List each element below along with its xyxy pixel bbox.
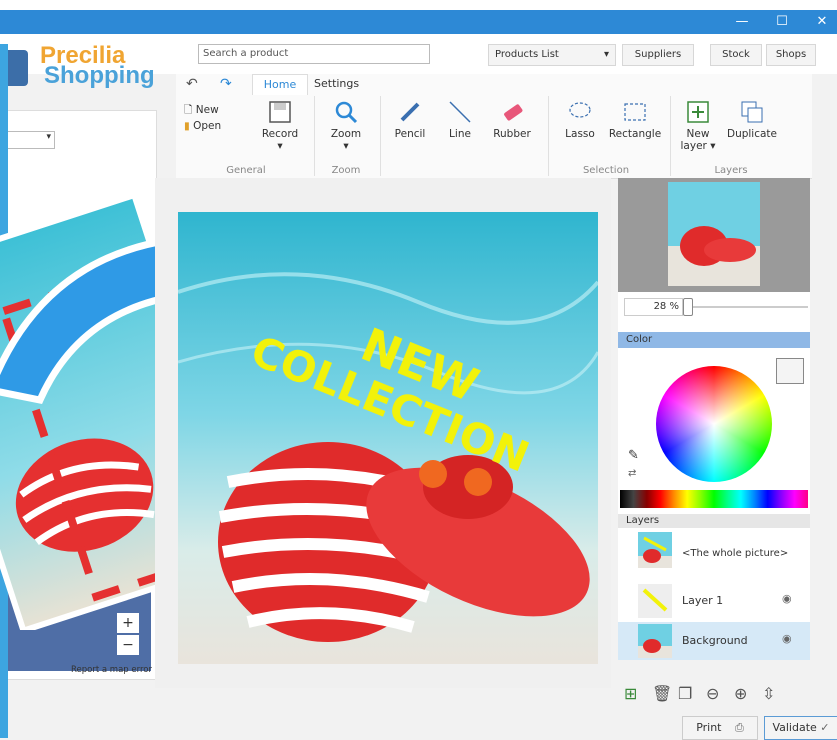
move-up-icon[interactable]: ⊕ <box>734 684 747 703</box>
add-layer-icon[interactable]: ⊞ <box>624 684 637 703</box>
map-credit-link[interactable]: Report a map error <box>71 665 152 675</box>
color-palette[interactable] <box>620 490 808 508</box>
printer-icon: ⎙ <box>735 721 744 734</box>
open-button[interactable]: ▮ Open <box>184 120 221 132</box>
stock-button[interactable]: Stock <box>710 44 762 66</box>
separator <box>548 96 549 176</box>
whole-picture-label[interactable]: <The whole picture> <box>682 548 788 559</box>
record-label: Record <box>261 128 299 140</box>
minimize-button[interactable]: — <box>722 10 762 34</box>
zoom-label: Zoom <box>330 128 362 140</box>
eyedropper-icon[interactable]: ✎ <box>628 448 639 463</box>
line-icon <box>449 101 471 123</box>
magnifier-icon <box>335 101 358 124</box>
folder-icon: ▮ <box>184 120 190 132</box>
print-button[interactable]: Print ⎙ <box>682 716 758 740</box>
trash-icon[interactable]: 🗑 <box>652 684 672 703</box>
layer-toolbar: ⊞ 🗑 ❐ ⊖ ⊕ ⇳ <box>622 684 810 708</box>
title-bar-strip <box>0 10 837 34</box>
layer-name: Layer 1 <box>682 594 724 607</box>
merge-layers-icon[interactable]: ⇳ <box>762 684 775 703</box>
add-layer-icon <box>687 101 709 123</box>
rectangle-tool[interactable]: Rectangle <box>608 100 662 140</box>
new-label: New <box>195 104 219 116</box>
color-wheel-overlay <box>656 366 772 482</box>
rectangle-label: Rectangle <box>608 128 662 140</box>
eye-icon[interactable]: ◉ <box>782 592 792 605</box>
undo-icon[interactable]: ↶ <box>186 74 198 94</box>
current-color-swatch[interactable] <box>776 358 804 384</box>
products-list-label: Products List <box>495 49 559 60</box>
new-layer-label-2: layer <box>680 140 707 152</box>
move-down-icon[interactable]: ⊖ <box>706 684 719 703</box>
separator <box>670 96 671 176</box>
redo-icon[interactable]: ↷ <box>220 74 232 94</box>
chevron-down-icon: ▾ <box>603 49 609 60</box>
new-layer-button[interactable]: New layer ▾ <box>678 100 718 152</box>
whole-picture-thumbnail <box>638 532 672 568</box>
zoom-slider-thumb[interactable] <box>682 298 693 316</box>
pencil-label: Pencil <box>394 128 426 140</box>
layers-group-label: Layers <box>714 165 748 176</box>
brand-line-2: Shopping <box>44 62 155 89</box>
layer-row[interactable]: Background ◉ <box>618 622 810 660</box>
new-file-icon: 🗋 <box>184 104 193 116</box>
layer-name: Background <box>682 634 748 647</box>
save-icon <box>269 101 291 123</box>
eye-icon[interactable]: ◉ <box>782 632 792 645</box>
line-tool[interactable]: Line <box>440 100 480 140</box>
zoom-group-label: Zoom <box>331 165 361 176</box>
duplicate-layer-icon[interactable]: ❐ <box>678 684 692 703</box>
lasso-tool[interactable]: Lasso <box>558 100 602 140</box>
layers-panel-title: Layers <box>618 514 810 528</box>
selection-group-label: Selection <box>582 165 630 176</box>
tab-settings[interactable]: Settings <box>314 74 359 94</box>
tab-home[interactable]: Home <box>252 74 308 95</box>
maximize-button[interactable]: ☐ <box>762 10 802 34</box>
layer-row[interactable]: Layer 1 ◉ <box>618 582 810 620</box>
print-label: Print <box>696 721 722 734</box>
open-label: Open <box>193 120 222 132</box>
pencil-tool[interactable]: Pencil <box>388 100 432 140</box>
layer-1-thumbnail <box>638 584 672 618</box>
record-button[interactable]: Record ▾ <box>260 100 300 152</box>
zoom-button[interactable]: Zoom ▾ <box>324 100 368 152</box>
swap-colors-icon[interactable]: ⇄ <box>628 468 636 479</box>
search-input[interactable]: Search a product <box>198 44 430 64</box>
rectangle-select-icon <box>624 103 646 121</box>
new-layer-label-1: New <box>686 128 710 140</box>
zoom-level-field[interactable]: 28 % <box>624 298 683 316</box>
preview-thumbnail[interactable] <box>668 182 760 286</box>
products-list-dropdown[interactable]: Products List ▾ <box>488 44 616 66</box>
rubber-label: Rubber <box>493 128 531 140</box>
duplicate-label: Duplicate <box>726 128 778 140</box>
duplicate-button[interactable]: Duplicate <box>724 100 780 140</box>
color-panel-title: Color <box>618 332 810 348</box>
separator <box>380 96 381 176</box>
line-label: Line <box>449 128 471 140</box>
rubber-tool[interactable]: Rubber <box>490 100 534 140</box>
close-button[interactable]: ✕ <box>802 10 837 34</box>
zoom-slider-track[interactable] <box>684 306 808 308</box>
eraser-icon <box>504 104 523 121</box>
validate-button[interactable]: Validate ✓ <box>764 716 837 740</box>
left-dropdown[interactable]: ▾ <box>1 131 55 149</box>
lasso-icon <box>569 102 591 118</box>
check-icon: ✓ <box>820 721 830 734</box>
zoom-level-unit: % <box>669 301 679 312</box>
new-button[interactable]: 🗋 New <box>184 102 219 120</box>
pencil-icon <box>400 102 420 122</box>
chevron-down-icon: ▾ <box>46 132 51 142</box>
map-zoom-out-button[interactable]: − <box>117 635 139 655</box>
canvas-image[interactable]: NEW COLLECTION <box>178 212 598 664</box>
background-thumbnail <box>638 624 672 658</box>
duplicate-icon <box>741 101 763 123</box>
lasso-label: Lasso <box>565 128 595 140</box>
suppliers-button[interactable]: Suppliers <box>622 44 694 66</box>
zoom-level-value: 28 <box>653 301 667 312</box>
validate-label: Validate <box>772 721 817 734</box>
separator <box>314 96 315 176</box>
shops-button[interactable]: Shops <box>766 44 816 66</box>
